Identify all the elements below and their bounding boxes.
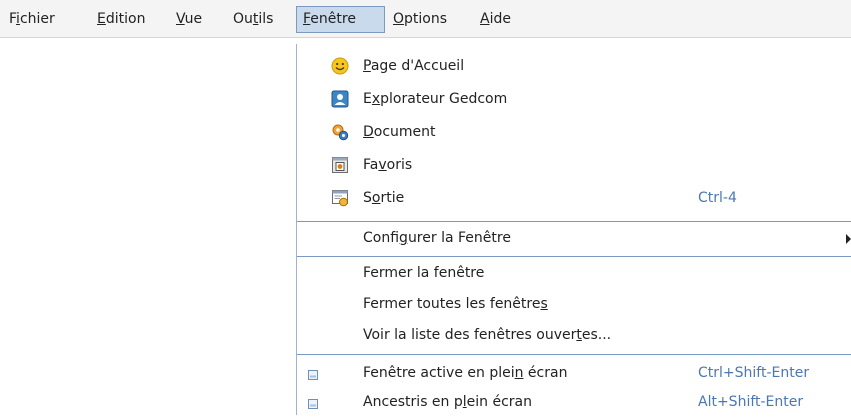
menu-item-ancestris-plein-ecran[interactable]: Ancestris en plein écran Alt+Shift-Enter (297, 386, 851, 419)
menu-options[interactable]: Options (387, 6, 453, 33)
menu-item-label: Voir la liste des fenêtres ouvertes... (363, 327, 612, 343)
shortcut-label: Ctrl-4 (698, 190, 737, 206)
menu-aide[interactable]: Aide (474, 6, 517, 33)
menu-outils[interactable]: Outils (227, 6, 279, 33)
shortcut-label: Alt+Shift-Enter (698, 394, 804, 410)
menu-item-label: Document (363, 124, 436, 140)
menu-item-label: Sortie (363, 190, 405, 206)
checkbox-icon (308, 368, 318, 380)
menu-item-favoris[interactable]: Favoris (297, 149, 851, 182)
menu-item-label: Favoris (363, 157, 413, 173)
menu-item-document[interactable]: Document (297, 116, 851, 149)
menu-item-label: Page d'Accueil (363, 58, 465, 74)
menu-item-explorateur-gedcom[interactable]: Explorateur Gedcom (297, 83, 851, 116)
menu-separator (297, 354, 851, 355)
menu-edition[interactable]: Edition (91, 6, 151, 33)
menu-item-label: Explorateur Gedcom (363, 91, 508, 107)
menu-item-sortie[interactable]: Sortie Ctrl-4 (297, 182, 851, 215)
menu-item-label: Fermer toutes les fenêtres (363, 296, 548, 312)
menu-item-label: Ancestris en plein écran (363, 394, 533, 410)
menu-vue[interactable]: Vue (170, 6, 208, 33)
menu-item-label: Configurer la Fenêtre (363, 230, 511, 246)
menu-item-label: Fermer la fenêtre (363, 265, 485, 281)
submenu-arrow-icon (846, 234, 851, 244)
menu-item-page-accueil[interactable]: Page d'Accueil (297, 50, 851, 83)
menu-fenetre[interactable]: Fenêtre (296, 6, 385, 33)
checkbox-icon (308, 397, 318, 409)
person-card-icon (331, 90, 349, 108)
fenetre-dropdown-menu: Page d'Accueil Explorateur Gedcom Docume… (296, 44, 851, 415)
menu-item-fermer-fenetre[interactable]: Fermer la fenêtre (297, 257, 851, 290)
gears-icon (331, 123, 349, 141)
smiley-icon (331, 57, 349, 75)
menu-item-fermer-toutes[interactable]: Fermer toutes les fenêtres (297, 288, 851, 321)
output-window-icon (331, 189, 349, 207)
menu-bar: Fichier Edition Vue Outils Fenêtre Optio… (0, 0, 851, 38)
menu-item-liste-fenetres[interactable]: Voir la liste des fenêtres ouvertes... (297, 319, 851, 352)
bookmark-icon (331, 156, 349, 174)
menu-item-configurer-fenetre[interactable]: Configurer la Fenêtre (297, 222, 851, 255)
menu-fichier[interactable]: Fichier (3, 6, 61, 33)
